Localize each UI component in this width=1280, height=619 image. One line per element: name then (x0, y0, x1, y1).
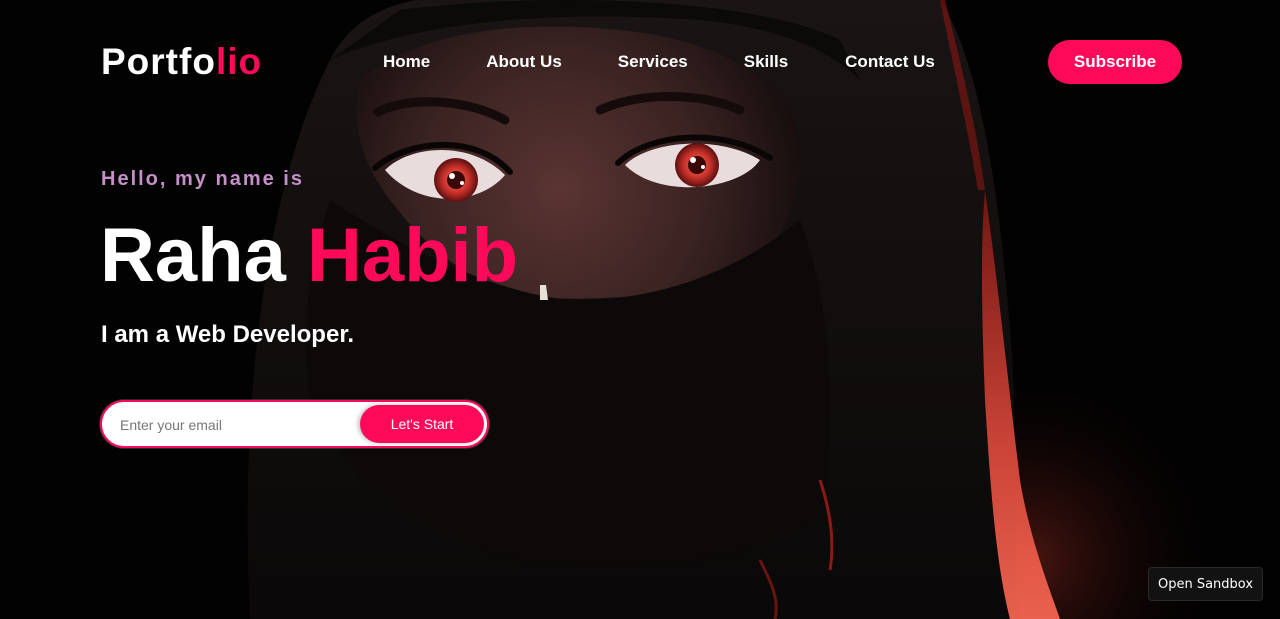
hero-background-illustration (0, 0, 1280, 619)
open-sandbox-button[interactable]: Open Sandbox (1148, 567, 1263, 601)
portfolio-page: Portfolio Home About Us Services Skills … (0, 0, 1280, 619)
nav-item-skills[interactable]: Skills (744, 52, 788, 72)
lets-start-button[interactable]: Let's Start (360, 405, 484, 443)
subscribe-button[interactable]: Subscribe (1048, 40, 1182, 84)
main-nav: Home About Us Services Skills Contact Us (383, 52, 935, 72)
nav-item-home[interactable]: Home (383, 52, 430, 72)
nav-item-contact-us[interactable]: Contact Us (845, 52, 935, 72)
logo-text-main: Portfo (101, 41, 216, 82)
site-logo[interactable]: Portfolio (101, 40, 262, 84)
hero-name: Raha Habib (100, 212, 518, 300)
nav-item-about-us[interactable]: About Us (486, 52, 562, 72)
hero-last-name: Habib (306, 213, 519, 298)
logo-text-accent: lio (215, 41, 263, 82)
nav-item-services[interactable]: Services (618, 52, 688, 72)
email-signup-form: Let's Start (100, 400, 489, 448)
hero-first-name: Raha (100, 213, 286, 298)
email-input[interactable] (118, 412, 362, 438)
hero-greeting: Hello, my name is (101, 168, 304, 190)
hero-tagline: I am a Web Developer. (101, 321, 354, 348)
